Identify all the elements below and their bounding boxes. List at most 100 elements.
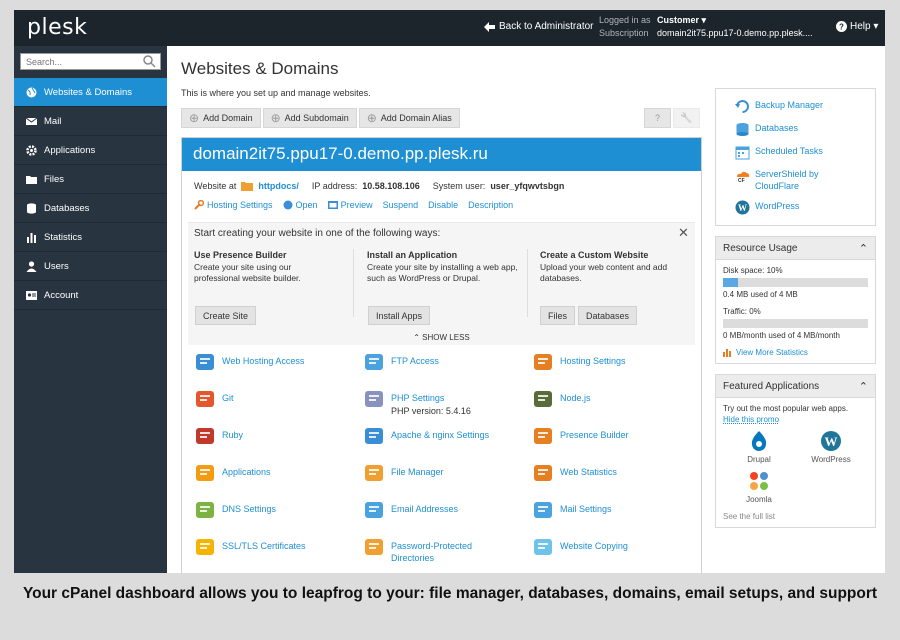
ruby-icon	[196, 428, 214, 444]
app-label: Drupal	[747, 455, 771, 464]
tool-label: SSL/TLS Certificates	[222, 541, 306, 551]
sidebar-item-mail[interactable]: Mail	[14, 107, 167, 136]
plesk-logo[interactable]: plesk	[27, 15, 87, 40]
disk-space-detail: 0.4 MB used of 4 MB	[723, 290, 798, 299]
bar-chart-icon	[27, 232, 36, 243]
sidebar-item-applications[interactable]: Applications	[14, 136, 167, 165]
add-subdomain-label: Add Subdomain	[284, 113, 349, 123]
backup-manager-link[interactable]: Backup Manager	[716, 95, 875, 118]
app-wordpress[interactable]: W WordPress	[795, 430, 867, 464]
subscription-menu[interactable]: domain2it75.ppu17-0.demo.pp.plesk....	[657, 28, 813, 38]
preview-link[interactable]: Preview	[327, 200, 373, 210]
tool-text: Applications	[222, 462, 271, 478]
user-menu[interactable]: Customer ▾	[657, 15, 706, 25]
disk-space-bar	[723, 278, 868, 287]
svg-text:W: W	[825, 434, 838, 449]
tool-ruby[interactable]: Ruby	[194, 425, 243, 447]
shortcut-label: Scheduled Tasks	[755, 146, 823, 156]
sidebar-item-users[interactable]: Users	[14, 252, 167, 281]
sidebar-item-statistics[interactable]: Statistics	[14, 223, 167, 252]
add-domain-button[interactable]: ⊕ Add Domain	[181, 108, 261, 128]
search-icon[interactable]	[143, 55, 156, 68]
see-full-list-link[interactable]: See the full list	[723, 512, 868, 521]
tool-hosting-settings[interactable]: Hosting Settings	[532, 351, 626, 373]
tool-presence-builder[interactable]: Presence Builder	[532, 425, 629, 447]
tool-git[interactable]: Git	[194, 388, 234, 410]
add-subdomain-button[interactable]: ⊕ Add Subdomain	[262, 108, 357, 128]
caption: Your cPanel dashboard allows you to leap…	[22, 585, 878, 602]
backup-icon	[735, 100, 749, 113]
databases-button[interactable]: Databases	[578, 306, 638, 325]
tool-nodejs[interactable]: Node.js	[532, 388, 591, 410]
tool-web-statistics[interactable]: Web Statistics	[532, 462, 617, 484]
featured-applications-header[interactable]: Featured Applications ⌃	[716, 375, 875, 398]
drupal-icon	[751, 431, 767, 451]
tool-ftp-access[interactable]: FTP Access	[363, 351, 439, 373]
disable-link[interactable]: Disable	[428, 200, 458, 210]
tool-mail-settings[interactable]: Mail Settings	[532, 499, 612, 521]
sidebar-item-account[interactable]: Account	[14, 281, 167, 310]
add-domain-alias-button[interactable]: ⊕ Add Domain Alias	[358, 108, 460, 128]
resource-usage-body: Disk space: 10% 0.4 MB used of 4 MB Traf…	[716, 260, 875, 363]
servershield-link[interactable]: CF ServerShield by CloudFlare	[716, 164, 875, 196]
featured-title: Featured Applications	[723, 380, 820, 392]
tool-php[interactable]: PHP Settings PHP version: 5.4.16	[363, 388, 471, 416]
file-manager-icon	[365, 465, 383, 481]
description-link[interactable]: Description	[468, 200, 513, 210]
ssl-certificates-icon	[196, 539, 214, 555]
top-bar: plesk Back to Administrator Logged in as…	[14, 10, 885, 46]
folder-icon	[26, 175, 37, 184]
tool-apache-nginx[interactable]: Apache & nginx Settings	[363, 425, 489, 447]
globe-icon	[26, 87, 37, 97]
show-less-toggle[interactable]: ⌃ SHOW LESS	[188, 333, 695, 342]
divider	[527, 249, 528, 317]
tool-web-hosting-access[interactable]: Web Hosting Access	[194, 351, 304, 373]
view-more-statistics-link[interactable]: View More Statistics	[723, 348, 868, 357]
suspend-link[interactable]: Suspend	[383, 200, 419, 210]
tool-ssl-certificates[interactable]: SSL/TLS Certificates	[194, 536, 306, 558]
tool-password-directories[interactable]: Password-Protected Directories	[363, 536, 486, 564]
databases-link[interactable]: Databases	[716, 118, 875, 141]
back-to-admin-link[interactable]: Back to Administrator	[484, 21, 593, 32]
tool-dns-settings[interactable]: DNS Settings	[194, 499, 276, 521]
httpdocs-link[interactable]: httpdocs/	[258, 181, 299, 191]
preview-label: Preview	[340, 200, 373, 210]
scheduled-tasks-link[interactable]: Scheduled Tasks	[716, 141, 875, 164]
hide-promo-link[interactable]: Hide this promo	[723, 415, 868, 424]
tool-email-addresses[interactable]: Email Addresses	[363, 499, 458, 521]
create-site-button[interactable]: Create Site	[195, 306, 257, 325]
open-label: Open	[295, 200, 318, 210]
app-drupal[interactable]: Drupal	[723, 430, 795, 464]
page-title: Websites & Domains	[181, 59, 339, 78]
tool-website-copying[interactable]: Website Copying	[532, 536, 628, 558]
plus-icon: ⊕	[270, 111, 281, 125]
sidebar-item-websites-domains[interactable]: Websites & Domains	[14, 78, 167, 107]
domain-name[interactable]: domain2it75.ppu17-0.demo.pp.plesk.ru	[182, 138, 701, 171]
tool-applications[interactable]: Applications	[194, 462, 271, 484]
wrench-icon[interactable]: 🔧	[673, 108, 700, 128]
install-apps-button[interactable]: Install Apps	[368, 306, 431, 325]
app-joomla[interactable]: Joomla	[723, 470, 795, 504]
shortcut-label: Backup Manager	[755, 100, 824, 110]
tool-label: Password-Protected Directories	[391, 541, 473, 563]
help-button[interactable]: ?	[644, 108, 671, 128]
help-menu[interactable]: ? Help ▾	[836, 21, 878, 32]
hosting-settings-link[interactable]: Hosting Settings	[194, 200, 273, 210]
tool-text: Presence Builder	[560, 425, 629, 441]
sidebar-item-files[interactable]: Files	[14, 165, 167, 194]
search-input[interactable]	[20, 53, 161, 70]
files-button[interactable]: Files	[540, 306, 576, 325]
tool-file-manager[interactable]: File Manager	[363, 462, 444, 484]
close-icon[interactable]: ✕	[678, 225, 689, 241]
tool-text: Git	[222, 388, 234, 404]
sidebar-item-label: Mail	[44, 115, 62, 127]
logged-in-label: Logged in as	[599, 15, 651, 25]
add-domain-label: Add Domain	[203, 113, 253, 123]
tool-label: Mail Settings	[560, 504, 612, 514]
resource-usage-header[interactable]: Resource Usage ⌃	[716, 237, 875, 260]
open-link[interactable]: Open	[283, 200, 318, 210]
featured-intro: Try out the most popular web apps.	[723, 404, 849, 413]
wordpress-link[interactable]: W WordPress	[716, 196, 875, 219]
sidebar-item-databases[interactable]: Databases	[14, 194, 167, 223]
question-icon: ?	[836, 21, 847, 32]
